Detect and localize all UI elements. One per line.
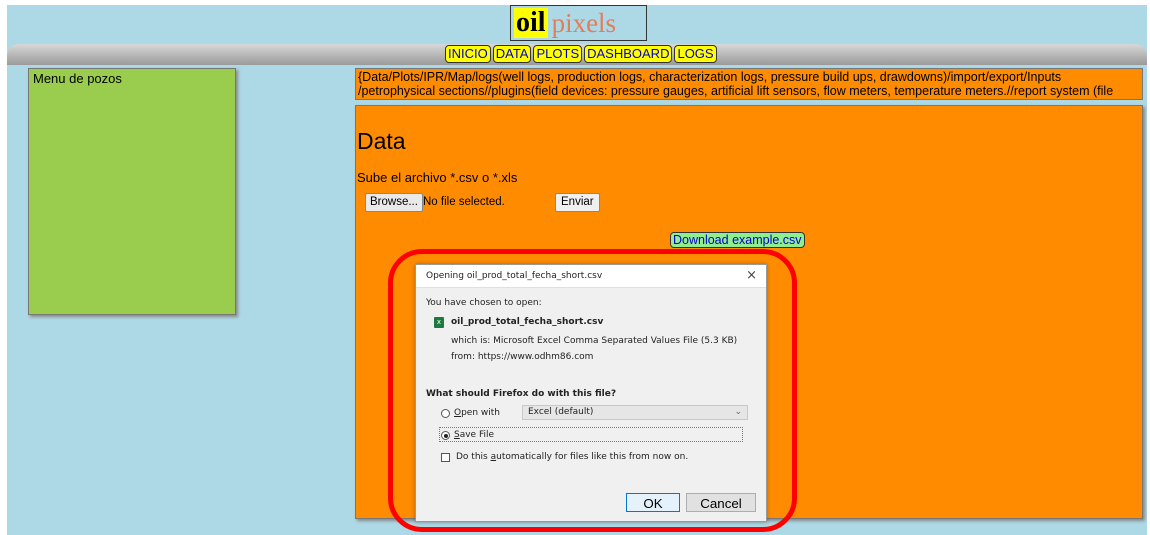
- nav-dashboard[interactable]: DASHBOARD: [584, 45, 673, 63]
- save-file-label[interactable]: Save File: [454, 430, 494, 440]
- oilpixels-logo[interactable]: oil pixels: [510, 5, 647, 41]
- ok-button[interactable]: OK: [626, 493, 680, 512]
- save-file-label-rest: ave File: [459, 430, 495, 440]
- file-type: which is: Microsoft Excel Comma Separate…: [451, 336, 738, 346]
- open-with-label[interactable]: Open with: [454, 408, 500, 418]
- submit-button[interactable]: Enviar: [555, 193, 600, 212]
- sidebar: Menu de pozos: [28, 68, 236, 315]
- auto-action-label[interactable]: Do this automatically for files like thi…: [456, 452, 688, 462]
- nav-logs[interactable]: LOGS: [674, 45, 717, 63]
- action-question: What should Firefox do with this file?: [426, 389, 617, 399]
- nav-plots[interactable]: PLOTS: [533, 45, 583, 63]
- nav-inicio[interactable]: INICIO: [445, 45, 491, 63]
- cancel-button[interactable]: Cancel: [686, 493, 756, 512]
- auto-action-checkbox[interactable]: [441, 453, 450, 462]
- info-bar: {Data/Plots/IPR/Map/logs(well logs, prod…: [355, 68, 1143, 100]
- app-select[interactable]: Excel (default) ⌄: [522, 405, 748, 420]
- main-nav: INICIO DATA PLOTS DASHBOARD LOGS: [445, 45, 717, 63]
- chevron-down-icon: ⌄: [734, 407, 742, 417]
- file-status: No file selected.: [423, 196, 505, 208]
- logo-oil-text: oil: [514, 7, 548, 38]
- open-with-radio[interactable]: [441, 409, 450, 418]
- page-title: Data: [357, 128, 406, 154]
- app-select-value: Excel (default): [528, 407, 594, 417]
- nav-data[interactable]: DATA: [492, 45, 532, 63]
- upload-label: Sube el archivo *.csv o *.xls: [357, 170, 518, 185]
- save-file-radio[interactable]: [441, 431, 450, 440]
- excel-file-icon: x: [434, 317, 444, 328]
- file-open-dialog: Opening oil_prod_total_fecha_short.csv ×…: [415, 264, 767, 522]
- open-with-label-rest: pen with: [461, 408, 501, 418]
- dialog-titlebar: Opening oil_prod_total_fecha_short.csv ×: [416, 265, 766, 288]
- browse-button[interactable]: Browse...: [365, 193, 423, 212]
- download-example-link[interactable]: Download example.csv: [670, 232, 805, 248]
- file-source: from: https://www.odhm86.com: [451, 352, 594, 362]
- file-name: oil_prod_total_fecha_short.csv: [451, 317, 604, 327]
- logo-pixels-text: pixels: [551, 8, 617, 38]
- sidebar-title: Menu de pozos: [33, 71, 122, 86]
- dialog-title: Opening oil_prod_total_fecha_short.csv: [426, 271, 603, 281]
- close-icon[interactable]: ×: [746, 268, 757, 283]
- chosen-label: You have chosen to open:: [426, 298, 542, 308]
